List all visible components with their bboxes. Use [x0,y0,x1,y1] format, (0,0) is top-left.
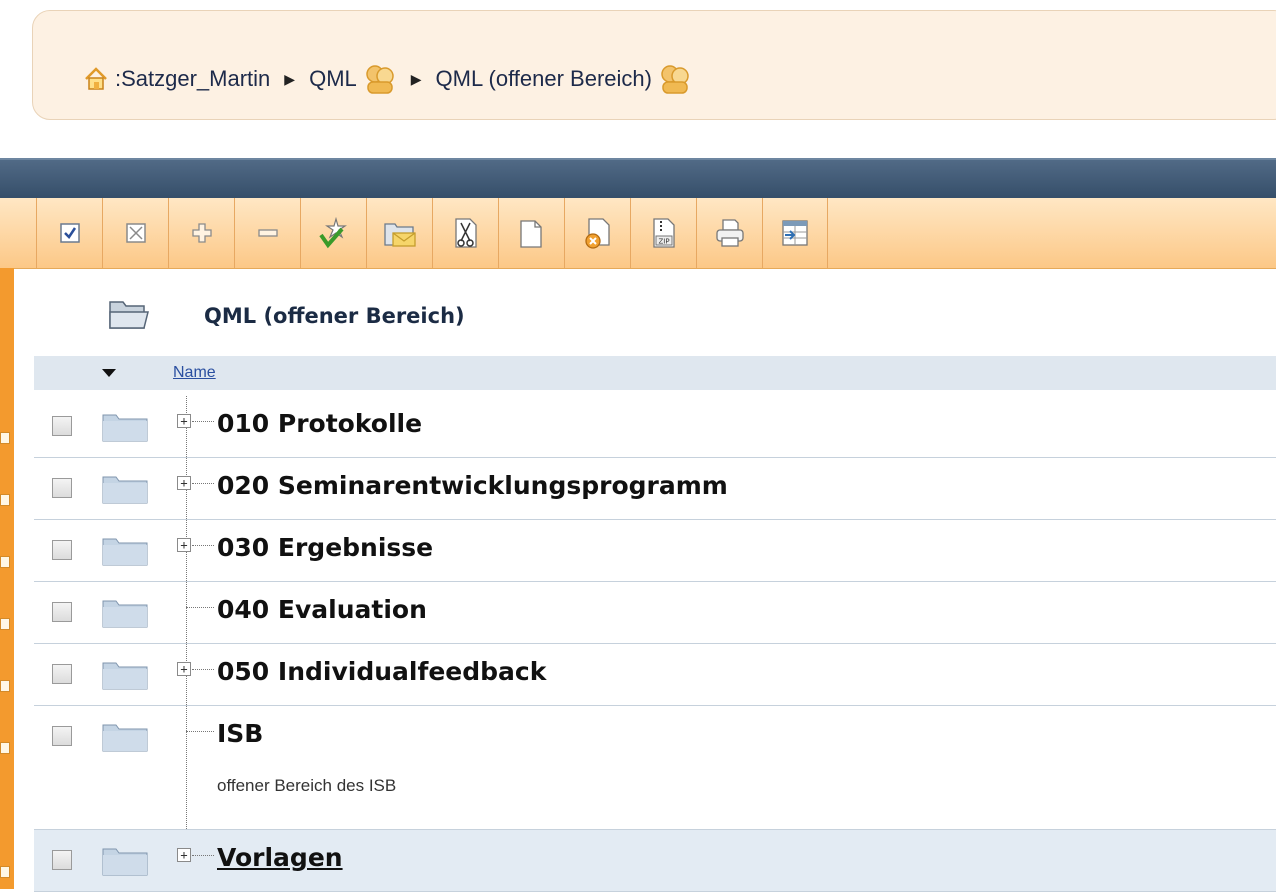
row-label[interactable]: Vorlagen [217,843,343,872]
header-bar [0,158,1276,200]
expand-icon[interactable]: + [177,476,191,490]
row-description: offener Bereich des ISB [217,776,397,795]
print-button[interactable] [696,198,762,268]
row-checkbox[interactable] [52,850,72,870]
row-marker [0,432,10,444]
tree-branch [192,855,214,856]
table-row[interactable]: + 010 Protokolle [34,396,1276,458]
print-icon [715,219,744,247]
breadcrumb-panel: :Satzger_Martin ▶ QML ▶ QML (offener Ber… [32,10,1276,120]
tree-branch [192,421,214,422]
sort-down-icon[interactable] [102,369,116,377]
select-all-button[interactable] [36,198,102,268]
table-row[interactable]: + 030 Ergebnisse [34,520,1276,582]
delete-button[interactable] [564,198,630,268]
group-icon [363,62,397,96]
table-row[interactable]: ISB offener Bereich des ISB [34,706,1276,830]
tree-branch [192,483,214,484]
row-checkbox[interactable] [52,540,72,560]
folder-icon [102,598,148,632]
zip-icon: ZIP [652,218,675,248]
folder-title: QML (offener Bereich) [204,304,465,328]
folder-header: QML (offener Bereich) [34,268,1276,356]
checkbox-x-icon [125,223,146,243]
folder-open-icon [108,298,152,336]
column-header: Name [34,356,1276,390]
breadcrumb-item-user[interactable]: :Satzger_Martin [115,66,270,92]
home-icon[interactable] [83,66,109,92]
row-checkbox[interactable] [52,602,72,622]
row-marker [0,866,10,878]
copy-document-icon [519,220,542,248]
new-button[interactable] [300,198,366,268]
row-label[interactable]: 020 Seminarentwicklungsprogramm [217,471,728,500]
table-row[interactable]: + 020 Seminarentwicklungsprogramm [34,458,1276,520]
row-checkbox[interactable] [52,726,72,746]
expand-icon[interactable]: + [177,414,191,428]
tree-branch [192,669,214,670]
row-checkbox[interactable] [52,478,72,498]
minus-icon [257,229,278,237]
triangle-right-icon: ▶ [284,70,296,87]
collapse-all-button[interactable] [234,198,300,268]
toolbar: ZIP [0,198,1276,269]
tree-branch [186,731,214,732]
table-row[interactable]: 040 Evaluation [34,582,1276,644]
expand-icon[interactable]: + [177,848,191,862]
row-label[interactable]: 040 Evaluation [217,595,427,624]
expand-all-button[interactable] [168,198,234,268]
delete-document-icon [584,218,610,249]
row-marker [0,556,10,568]
row-label[interactable]: 050 Individualfeedback [217,657,546,686]
row-label[interactable]: 030 Ergebnisse [217,533,433,562]
folder-icon [102,846,148,880]
table-row[interactable]: + 050 Individualfeedback [34,644,1276,706]
row-label[interactable]: ISB [217,719,263,748]
cut-button[interactable] [432,198,498,268]
left-accent-strip [0,268,14,889]
star-check-icon [318,217,347,249]
breadcrumb-item-qml-open[interactable]: QML (offener Bereich) [436,66,652,92]
breadcrumb: :Satzger_Martin ▶ QML ▶ QML (offener Ber… [83,61,692,97]
send-email-button[interactable] [366,198,432,268]
checkbox-checked-icon [59,223,80,243]
breadcrumb-item-qml[interactable]: QML [309,66,357,92]
row-checkbox[interactable] [52,416,72,436]
row-marker [0,618,10,630]
export-table-icon [782,220,808,246]
tree-branch [186,607,214,608]
table-row[interactable]: + Vorlagen [34,830,1276,892]
row-marker [0,742,10,754]
group-icon [658,62,692,96]
folder-icon [102,536,148,570]
row-checkbox[interactable] [52,664,72,684]
triangle-right-icon: ▶ [410,70,422,87]
export-button[interactable] [762,198,828,268]
expand-icon[interactable]: + [177,662,191,676]
folder-icon [102,412,148,446]
expand-icon[interactable]: + [177,538,191,552]
folder-icon [102,660,148,694]
row-marker [0,494,10,506]
row-marker [0,680,10,692]
svg-text:ZIP: ZIP [658,238,669,246]
zip-button[interactable]: ZIP [630,198,696,268]
column-header-name[interactable]: Name [173,364,216,382]
row-label[interactable]: 010 Protokolle [217,409,422,438]
plus-icon [191,223,212,243]
folder-icon [102,474,148,508]
scissors-document-icon [454,218,477,248]
folder-icon [102,722,148,756]
folder-content: QML (offener Bereich) Name + 010 Protoko… [34,268,1276,892]
mail-folder-icon [383,223,416,247]
tree-branch [192,545,214,546]
deselect-all-button[interactable] [102,198,168,268]
copy-button[interactable] [498,198,564,268]
